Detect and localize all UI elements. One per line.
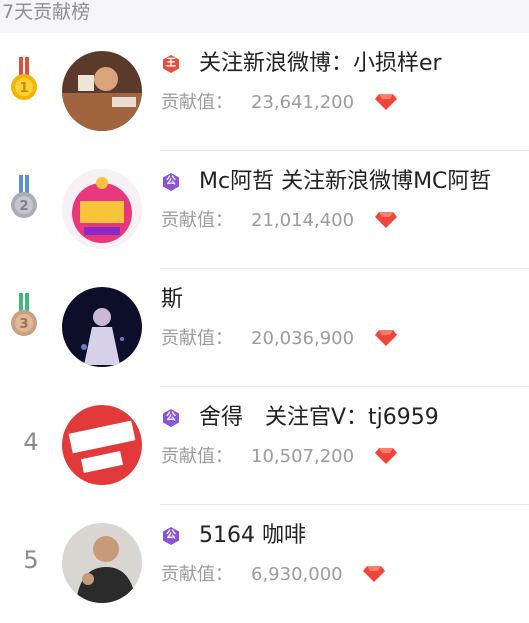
contribution-label: 贡献值： <box>161 446 233 467</box>
contribution-label: 贡献值： <box>161 328 233 349</box>
user-name[interactable]: 斯 <box>161 285 183 315</box>
gem-icon <box>374 330 397 346</box>
avatar[interactable] <box>62 523 142 603</box>
contribution-value: 23,641,200 <box>251 92 355 113</box>
contribution-line: 贡献值： 23,641,200 <box>161 90 398 116</box>
medal-rank-number: 1 <box>19 81 28 96</box>
contribution-line: 贡献值： 6,930,000 <box>161 562 386 588</box>
gong-badge-icon: 公 <box>161 172 181 192</box>
avatar[interactable] <box>62 405 142 485</box>
contribution-value: 6,930,000 <box>251 564 343 585</box>
user-name[interactable]: 关注新浪微博：小损样er <box>199 49 442 79</box>
gem-icon <box>374 94 397 110</box>
contribution-value: 21,014,400 <box>251 210 355 231</box>
gem-icon <box>374 448 397 464</box>
avatar[interactable] <box>62 51 142 131</box>
user-name[interactable]: 舍得 关注官V：tj6959 <box>199 403 439 433</box>
leaderboard-row[interactable]: 3 斯 贡献值： 20,036,900 <box>0 269 529 387</box>
gem-icon <box>374 212 397 228</box>
contribution-line: 贡献值： 10,507,200 <box>161 444 398 470</box>
user-name[interactable]: 5164 咖啡 <box>199 521 306 551</box>
king-badge-icon: 王 <box>161 54 181 74</box>
contribution-line: 贡献值： 20,036,900 <box>161 326 398 352</box>
leaderboard-title: 7天贡献榜 <box>2 1 91 23</box>
gong-badge-icon: 公 <box>161 408 181 428</box>
medal-rank-number: 2 <box>19 199 28 214</box>
contribution-label: 贡献值： <box>161 564 233 585</box>
contribution-line: 贡献值： 21,014,400 <box>161 208 398 234</box>
leaderboard-header: 7天贡献榜 <box>0 0 529 33</box>
rank-number: 4 <box>23 428 39 456</box>
rank-number: 5 <box>23 546 39 574</box>
gold-medal-icon: 1 <box>11 57 37 100</box>
contribution-label: 贡献值： <box>161 210 233 231</box>
contribution-value: 10,507,200 <box>251 446 355 467</box>
leaderboard-row[interactable]: 1 王 关注新浪微博：小损样er 贡献值： 23,641,200 <box>0 33 529 151</box>
leaderboard-row[interactable]: 2 公 Mc阿哲 关注新浪微博MC阿哲 贡献值： 21,014,400 <box>0 151 529 269</box>
avatar[interactable] <box>62 287 142 367</box>
contribution-value: 20,036,900 <box>251 328 355 349</box>
silver-medal-icon: 2 <box>11 175 37 218</box>
medal-rank-number: 3 <box>19 317 28 332</box>
user-name[interactable]: Mc阿哲 关注新浪微博MC阿哲 <box>199 167 491 197</box>
bronze-medal-icon: 3 <box>11 293 37 336</box>
contribution-label: 贡献值： <box>161 92 233 113</box>
gong-badge-icon: 公 <box>161 526 181 546</box>
gem-icon <box>363 566 386 582</box>
avatar[interactable] <box>62 169 142 249</box>
leaderboard-row[interactable]: 4 公 舍得 关注官V：tj6959 贡献值： 10,507,200 <box>0 387 529 505</box>
leaderboard-row[interactable]: 5 公 5164 咖啡 贡献值： 6,930,000 <box>0 505 529 623</box>
